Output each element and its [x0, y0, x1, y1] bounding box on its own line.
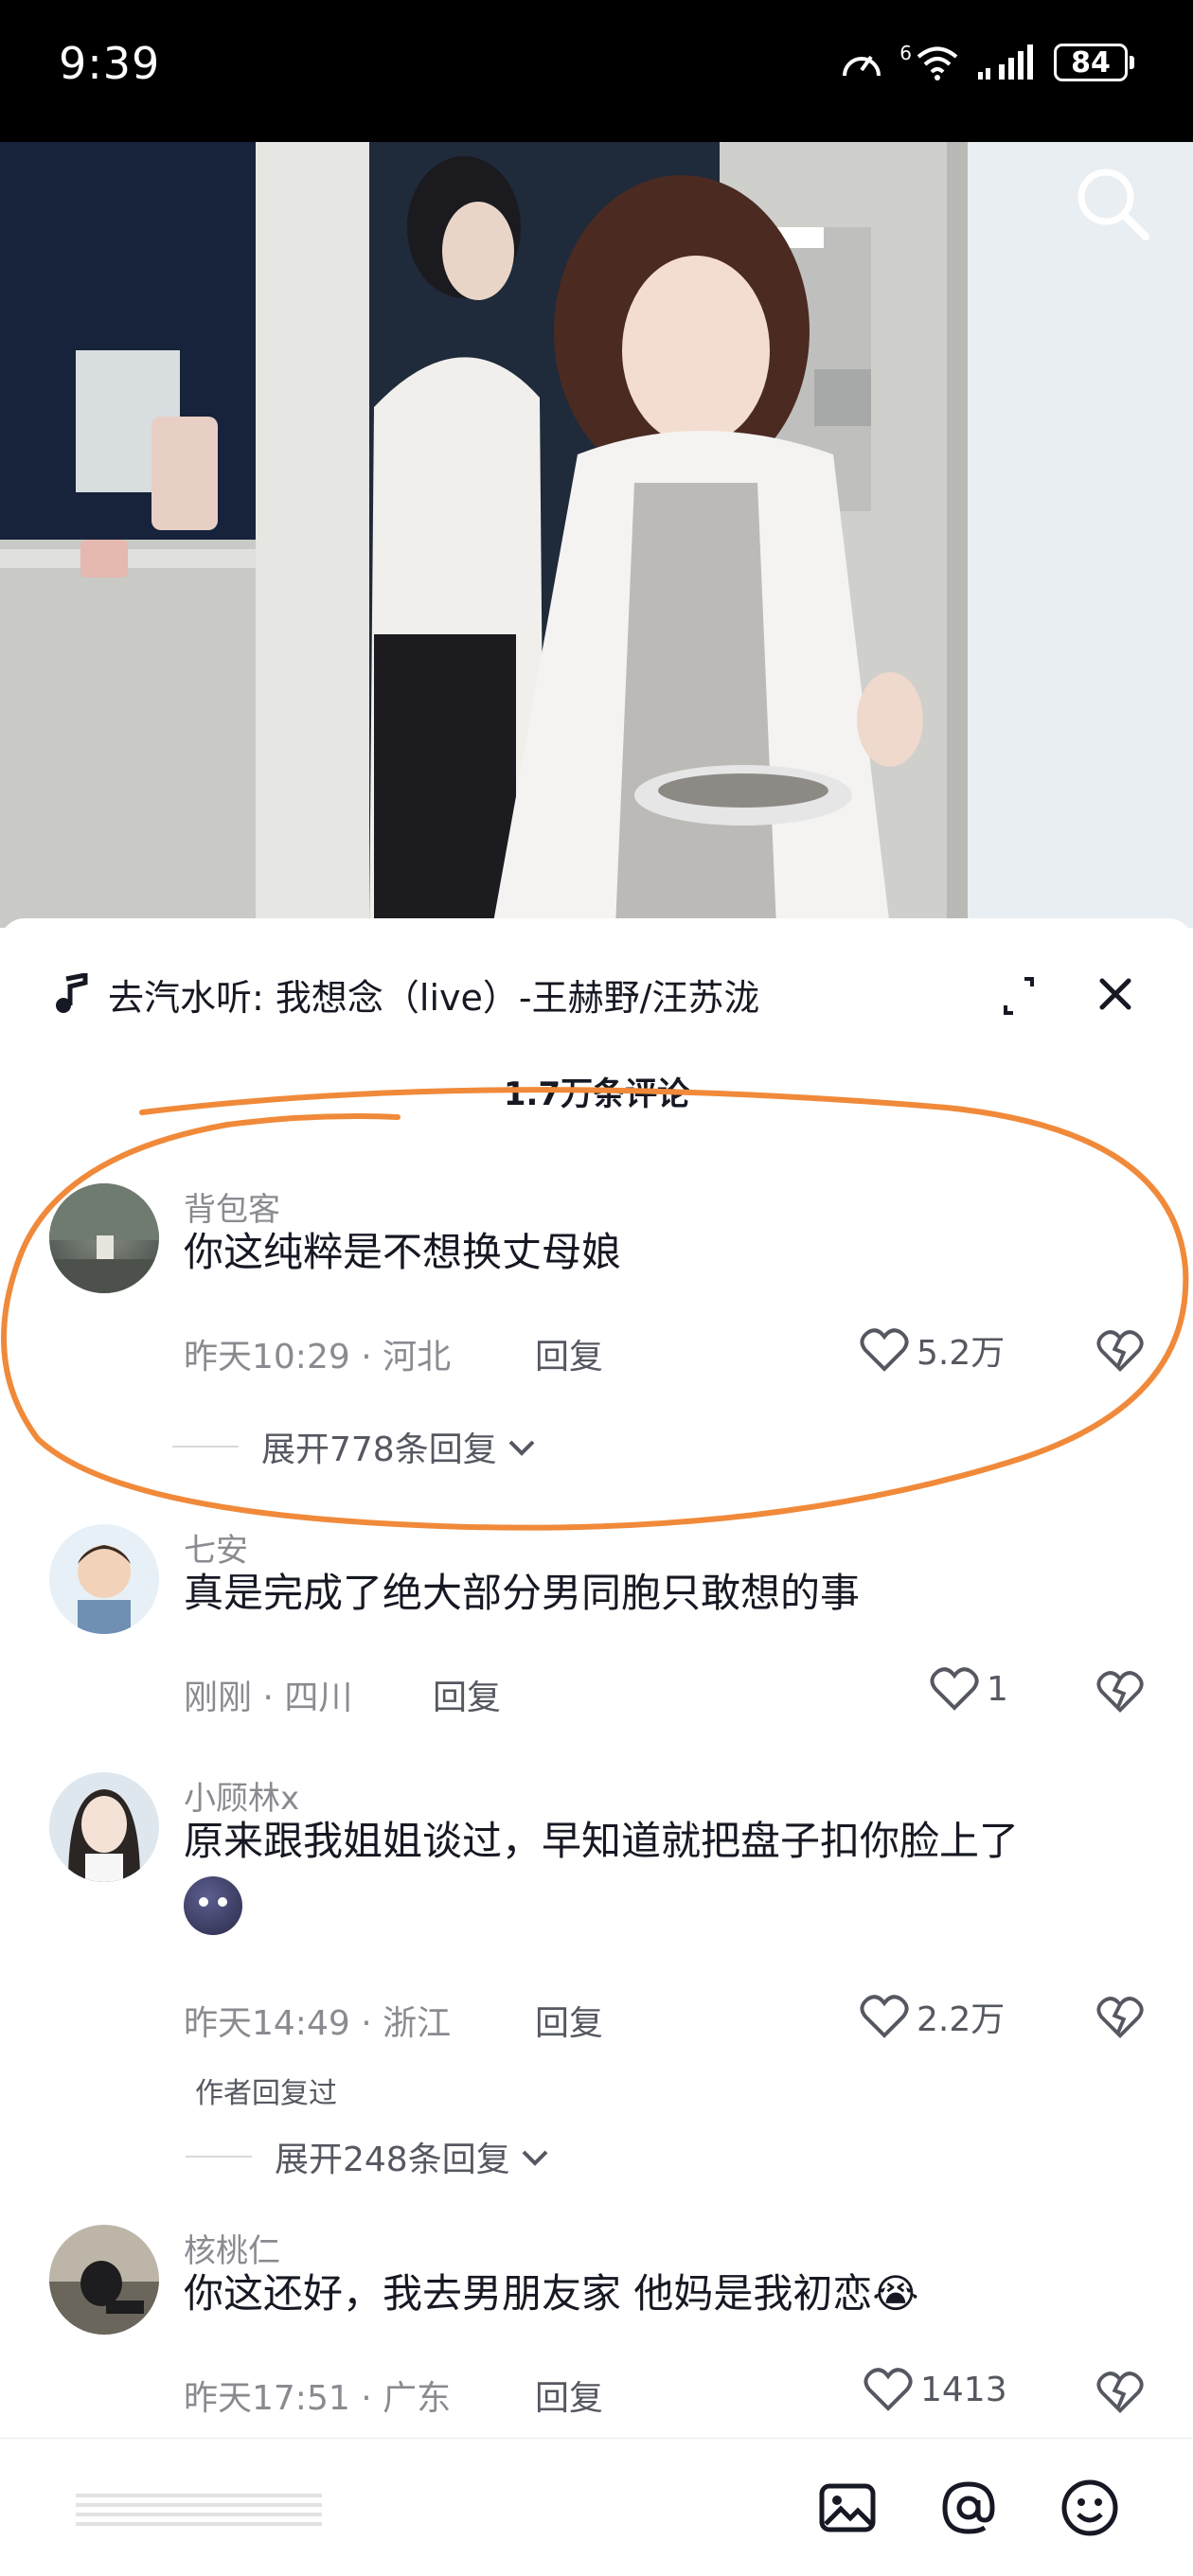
battery-tip	[1130, 56, 1134, 69]
video-player[interactable]	[0, 142, 1193, 928]
comment-sheet: 去汽水听: 我想念（live）-王赫野/汪苏泷 1.7万条评论	[0, 918, 1193, 2575]
comment-input[interactable]	[57, 2465, 776, 2550]
avatar[interactable]	[49, 2225, 159, 2335]
avatar-image	[49, 1183, 159, 1293]
close-icon[interactable]	[1093, 971, 1138, 1017]
music-title: 去汽水听: 我想念（live）-王赫野/汪苏泷	[108, 976, 760, 1019]
like-button[interactable]: 5.2万	[860, 1325, 1005, 1375]
heart-icon	[864, 2368, 913, 2411]
broken-heart-icon[interactable]	[1096, 2369, 1144, 2416]
reply-button[interactable]: 回复	[535, 1996, 603, 2045]
meta-separator: ·	[252, 1679, 285, 1717]
status-time: 9:39	[59, 38, 161, 89]
avatar[interactable]	[49, 1772, 159, 1882]
music-link[interactable]: 去汽水听: 我想念（live）-王赫野/汪苏泷	[53, 968, 1155, 1021]
expand-icon[interactable]	[996, 973, 1042, 1019]
comment-meta: 昨天17:51 · 广东	[184, 2371, 451, 2420]
avatar[interactable]	[49, 1183, 159, 1293]
emoji-sticker	[184, 1876, 242, 1935]
comment-content: 你这还好，我去男朋友家 他妈是我初恋😭	[184, 2270, 919, 2317]
comment-content: 原来跟我姐姐谈过，早知道就把盘子扣你脸上了	[184, 1812, 1146, 1935]
heart-icon	[930, 1667, 979, 1711]
battery-level: 84	[1071, 45, 1111, 80]
comment-location: 广东	[383, 2379, 452, 2418]
comment-count: 1.7万条评论	[503, 1075, 690, 1113]
comment-content: 真是完成了绝大部分男同胞只敢想的事	[184, 1570, 861, 1616]
reply-button[interactable]: 回复	[433, 1670, 501, 1719]
input-blur-placeholder	[76, 2494, 322, 2526]
avatar-image	[49, 2261, 159, 2335]
wifi-icon	[917, 46, 958, 80]
video-frame	[0, 142, 1193, 928]
mention-icon[interactable]	[937, 2477, 1000, 2539]
like-button[interactable]: 1413	[864, 2367, 1007, 2412]
like-count: 2.2万	[917, 2000, 1006, 2039]
comment-time: 昨天10:29	[184, 1338, 350, 1377]
avatar[interactable]	[49, 1524, 159, 1634]
heart-icon	[860, 1328, 909, 1372]
music-note-icon	[56, 973, 88, 1013]
emoji-eye	[218, 1897, 227, 1907]
avatar-image	[78, 1545, 131, 1634]
author-replied-tag: 作者回复过	[195, 2077, 337, 2110]
comment-location: 四川	[284, 1679, 353, 1717]
signal-icon	[978, 44, 1033, 80]
comment-content: 你这纯粹是不想换丈母娘	[184, 1229, 622, 1275]
expand-replies-button[interactable]: 展开248条回复	[186, 2132, 552, 2181]
broken-heart-icon[interactable]	[1096, 1327, 1144, 1375]
expand-replies-label: 展开248条回复	[275, 2141, 510, 2179]
comment-text: 原来跟我姐姐谈过，早知道就把盘子扣你脸上了	[184, 1818, 1020, 1864]
meta-separator: ·	[349, 1338, 383, 1377]
like-count: 1413	[920, 2370, 1007, 2409]
like-button[interactable]: 1	[930, 1666, 1008, 1712]
image-icon[interactable]	[816, 2477, 879, 2539]
search-icon[interactable]	[1070, 161, 1155, 246]
avatar-image	[68, 1789, 140, 1882]
meta-separator: ·	[349, 2379, 383, 2418]
comment-time: 昨天14:49	[184, 2004, 350, 2043]
battery-icon: 84	[1054, 44, 1128, 81]
comment-meta: 昨天10:29 · 河北	[184, 1329, 451, 1378]
meta-separator: ·	[349, 2004, 383, 2043]
like-count: 5.2万	[917, 1334, 1006, 1373]
comment-meta: 昨天14:49 · 浙江	[184, 1996, 451, 2045]
chevron-down-icon	[522, 2150, 548, 2166]
expand-replies-label: 展开778条回复	[261, 1430, 497, 1469]
heart-icon	[860, 1995, 909, 2038]
comment-location: 浙江	[383, 2004, 452, 2043]
emoji-eye	[199, 1897, 208, 1907]
speed-icon	[843, 55, 881, 77]
comment-input-bar	[0, 2438, 1193, 2576]
broken-heart-icon[interactable]	[1096, 1668, 1144, 1715]
reply-button[interactable]: 回复	[535, 2371, 603, 2420]
comment-location: 河北	[383, 1338, 452, 1377]
comment-time: 刚刚	[184, 1679, 253, 1717]
like-count: 1	[987, 1669, 1008, 1709]
expand-line	[172, 1446, 239, 1448]
status-icons: 6 84	[841, 42, 1134, 81]
reply-button[interactable]: 回复	[535, 1329, 603, 1378]
expand-line	[186, 2156, 252, 2158]
comment-meta: 刚刚 · 四川	[184, 1670, 352, 1719]
chevron-down-icon	[508, 1440, 535, 1456]
status-bar: 9:39 6 84	[0, 0, 1193, 142]
like-button[interactable]: 2.2万	[860, 1992, 1005, 2041]
expand-replies-button[interactable]: 展开778条回复	[172, 1422, 539, 1471]
emoji-icon[interactable]	[1059, 2477, 1121, 2539]
network-badge: 6	[899, 42, 912, 64]
comment-time: 昨天17:51	[184, 2379, 350, 2418]
broken-heart-icon[interactable]	[1096, 1994, 1144, 2041]
